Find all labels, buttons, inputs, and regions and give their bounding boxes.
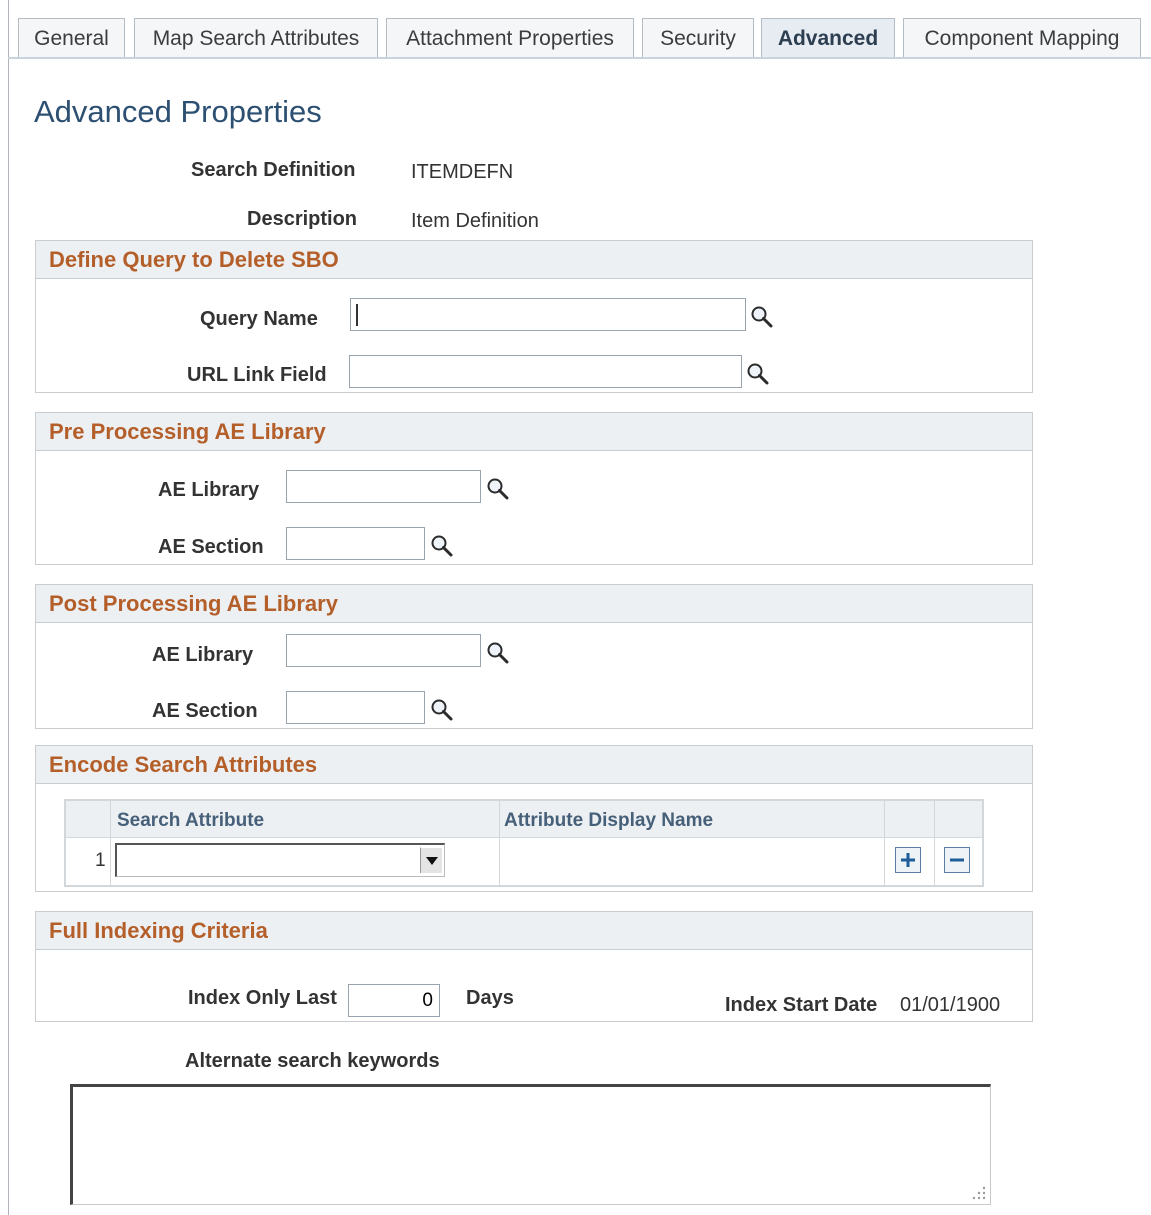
page-left-border: [8, 0, 9, 1215]
group-header: Post Processing AE Library: [36, 585, 1032, 623]
pre-ae-section-lookup-icon[interactable]: [430, 534, 454, 560]
grid-divider: [934, 801, 935, 885]
search-definition-label: Search Definition: [191, 159, 356, 181]
tab-security[interactable]: Security: [642, 18, 754, 58]
group-title: Pre Processing AE Library: [49, 419, 326, 444]
triangle-down-icon: [425, 856, 438, 865]
pre-ae-section-label: AE Section: [158, 536, 264, 558]
plus-icon: [901, 853, 915, 867]
post-ae-section-label: AE Section: [152, 700, 258, 722]
group-title: Full Indexing Criteria: [49, 918, 268, 943]
tab-component-mapping[interactable]: Component Mapping: [903, 18, 1141, 58]
query-name-input[interactable]: [350, 298, 746, 331]
alternate-keywords-label: Alternate search keywords: [185, 1050, 440, 1072]
tab-label: General: [34, 26, 109, 50]
post-ae-section-lookup-icon[interactable]: [430, 698, 454, 724]
tab-label: Security: [660, 26, 736, 50]
url-link-field-label: URL Link Field: [187, 364, 327, 386]
grid-divider: [110, 801, 111, 885]
tab-baseline: [8, 57, 1151, 59]
full-indexing-group: Full Indexing Criteria: [35, 911, 1033, 1022]
alternate-keywords-textarea[interactable]: [70, 1084, 991, 1205]
post-ae-library-label: AE Library: [152, 644, 254, 666]
tab-label: Map Search Attributes: [152, 26, 360, 50]
description-value: Item Definition: [411, 210, 539, 232]
tab-label: Component Mapping: [924, 26, 1120, 50]
group-header: Encode Search Attributes: [36, 746, 1032, 784]
index-only-last-label: Index Only Last: [188, 987, 337, 1009]
index-start-date-label: Index Start Date: [725, 994, 878, 1016]
index-only-last-input[interactable]: [348, 984, 440, 1017]
dropdown-arrow[interactable]: [420, 847, 442, 873]
text-cursor: [356, 304, 358, 326]
pre-ae-library-input[interactable]: [286, 470, 481, 503]
days-label: Days: [466, 987, 514, 1009]
column-header-display-name: Attribute Display Name: [504, 810, 714, 831]
tab-attachment-properties[interactable]: Attachment Properties: [386, 18, 634, 58]
grid-divider: [884, 801, 885, 885]
pre-ae-section-input[interactable]: [286, 527, 425, 560]
group-title: Define Query to Delete SBO: [49, 247, 339, 272]
tab-label: Advanced: [777, 26, 879, 50]
pre-ae-library-lookup-icon[interactable]: [486, 477, 510, 503]
post-ae-library-input[interactable]: [286, 634, 481, 667]
description-label: Description: [247, 208, 358, 230]
post-ae-library-lookup-icon[interactable]: [486, 641, 510, 667]
group-header: Define Query to Delete SBO: [36, 241, 1032, 279]
pre-ae-library-label: AE Library: [158, 479, 260, 501]
resize-grip-icon[interactable]: [969, 1183, 987, 1201]
group-title: Post Processing AE Library: [49, 591, 338, 616]
tab-general[interactable]: General: [18, 18, 125, 58]
post-ae-section-input[interactable]: [286, 691, 425, 724]
group-header: Pre Processing AE Library: [36, 413, 1032, 451]
tab-bar: General Map Search Attributes Attachment…: [0, 0, 1151, 60]
query-name-lookup-icon[interactable]: [750, 305, 774, 331]
page-title: Advanced Properties: [34, 94, 322, 129]
group-header: Full Indexing Criteria: [36, 912, 1032, 950]
index-start-date-value: 01/01/1900: [900, 994, 1001, 1016]
search-attribute-select[interactable]: [115, 843, 445, 877]
search-definition-value: ITEMDEFN: [411, 161, 514, 183]
minus-icon: [950, 858, 964, 862]
grid-divider: [499, 801, 500, 885]
group-title: Encode Search Attributes: [49, 752, 318, 777]
url-link-lookup-icon[interactable]: [746, 362, 770, 388]
row-number: 1: [95, 850, 106, 871]
url-link-field-input[interactable]: [349, 355, 742, 388]
column-header-search-attribute: Search Attribute: [117, 810, 265, 831]
add-row-button[interactable]: [895, 847, 921, 873]
tab-label: Attachment Properties: [406, 26, 614, 50]
query-name-label: Query Name: [200, 308, 318, 330]
delete-row-button[interactable]: [944, 847, 970, 873]
tab-advanced[interactable]: Advanced: [761, 18, 895, 58]
tab-map-search-attributes[interactable]: Map Search Attributes: [134, 18, 378, 58]
